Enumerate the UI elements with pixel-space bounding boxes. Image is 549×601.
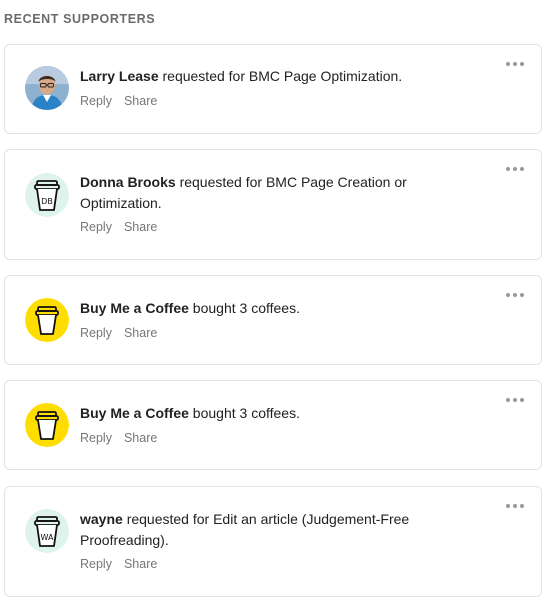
supporter-name[interactable]: Larry Lease (80, 68, 159, 84)
supporter-message: Buy Me a Coffee bought 3 coffees. (80, 403, 451, 424)
more-options-icon[interactable] (505, 393, 525, 407)
share-link[interactable]: Share (124, 557, 157, 571)
share-link[interactable]: Share (124, 94, 157, 108)
supporter-message: Buy Me a Coffee bought 3 coffees. (80, 298, 451, 319)
reply-link[interactable]: Reply (80, 220, 112, 234)
avatar-cup[interactable]: WA (25, 509, 69, 553)
supporter-name[interactable]: Buy Me a Coffee (80, 405, 189, 421)
card-actions: Reply Share (80, 220, 451, 234)
card-actions: Reply Share (80, 557, 451, 571)
supporter-card: WA wayne requested for Edit an article (… (4, 486, 542, 597)
supporter-card: Buy Me a Coffee bought 3 coffees. Reply S… (4, 380, 542, 470)
supporter-name[interactable]: Buy Me a Coffee (80, 300, 189, 316)
supporter-card: Larry Lease requested for BMC Page Optim… (4, 44, 542, 134)
more-options-icon[interactable] (505, 162, 525, 176)
supporter-action-text: requested for Edit an article (Judgement… (80, 511, 410, 548)
supporter-action-text: bought 3 coffees. (188, 300, 300, 316)
avatar-cup[interactable]: DB (25, 173, 69, 217)
avatar-coffee[interactable] (25, 403, 69, 447)
share-link[interactable]: Share (124, 220, 157, 234)
reply-link[interactable]: Reply (80, 557, 112, 571)
avatar-photo[interactable] (25, 66, 69, 110)
reply-link[interactable]: Reply (80, 431, 112, 445)
supporter-message: Larry Lease requested for BMC Page Optim… (80, 66, 451, 87)
supporter-card: Buy Me a Coffee bought 3 coffees. Reply S… (4, 275, 542, 365)
card-actions: Reply Share (80, 431, 451, 445)
supporter-card: DB Donna Brooks requested for BMC Page C… (4, 149, 542, 260)
share-link[interactable]: Share (124, 326, 157, 340)
supporter-message: Donna Brooks requested for BMC Page Crea… (80, 172, 451, 213)
supporter-action-text: bought 3 coffees. (188, 405, 300, 421)
avatar-initials: WA (41, 533, 54, 542)
avatar-initials: DB (41, 197, 53, 206)
more-options-icon[interactable] (505, 499, 525, 513)
more-options-icon[interactable] (505, 288, 525, 302)
section-title: RECENT SUPPORTERS (4, 12, 156, 26)
supporter-action-text: requested for BMC Page Optimization. (158, 68, 403, 84)
reply-link[interactable]: Reply (80, 326, 112, 340)
more-options-icon[interactable] (505, 57, 525, 71)
reply-link[interactable]: Reply (80, 94, 112, 108)
card-actions: Reply Share (80, 326, 451, 340)
avatar-coffee[interactable] (25, 298, 69, 342)
supporter-message: wayne requested for Edit an article (Jud… (80, 509, 451, 550)
share-link[interactable]: Share (124, 431, 157, 445)
supporter-name[interactable]: wayne (80, 511, 123, 527)
supporter-name[interactable]: Donna Brooks (80, 174, 176, 190)
card-actions: Reply Share (80, 94, 451, 108)
